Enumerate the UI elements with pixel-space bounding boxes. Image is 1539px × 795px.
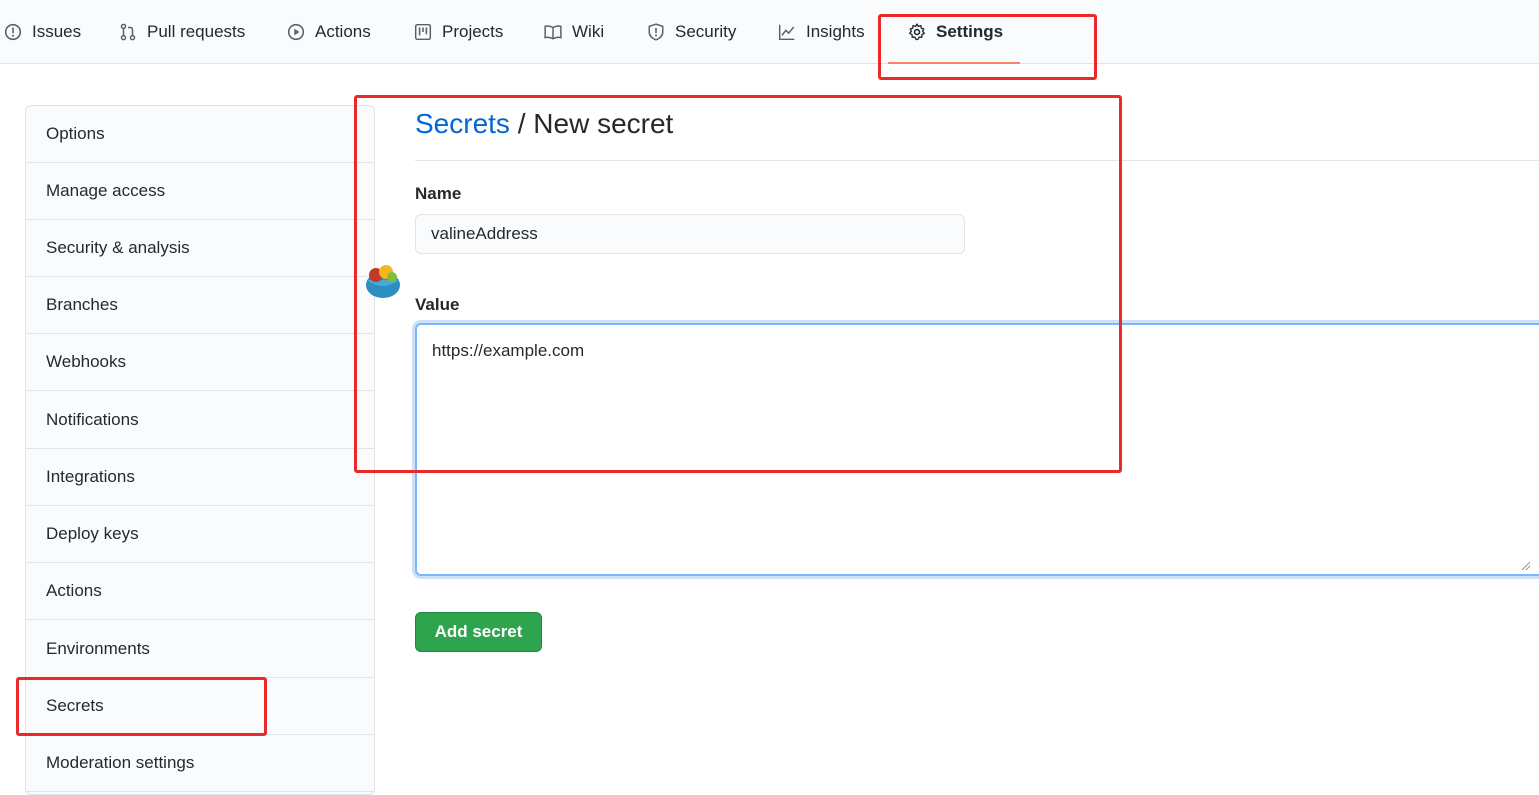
sidebar-item-label: Environments — [46, 639, 150, 658]
sidebar-item-label: Options — [46, 124, 105, 143]
sidebar-item-environments[interactable]: Environments — [26, 621, 374, 678]
secret-value-textarea[interactable]: https://example.com — [415, 323, 1539, 576]
add-secret-button[interactable]: Add secret — [415, 612, 542, 652]
pull-request-icon — [120, 23, 136, 41]
sidebar-item-label: Notifications — [46, 410, 139, 429]
sidebar-item-label: Webhooks — [46, 352, 127, 371]
tab-wiki[interactable]: Wiki — [544, 0, 604, 64]
tab-label: Settings — [936, 22, 1004, 41]
gear-icon — [909, 23, 925, 41]
tab-settings[interactable]: Settings — [908, 0, 1003, 64]
add-secret-button-label: Add secret — [434, 622, 523, 641]
tab-label: Insights — [806, 22, 865, 41]
tab-actions[interactable]: Actions — [287, 0, 371, 64]
active-tab-underline — [888, 62, 1020, 64]
tab-label: Security — [675, 22, 737, 41]
page-title: Secrets / New secret — [415, 108, 673, 140]
secret-value-text: https://example.com — [432, 341, 585, 360]
sidebar-item-webhooks[interactable]: Webhooks — [26, 334, 374, 391]
sidebar-item-moderation-settings[interactable]: Moderation settings — [26, 735, 374, 792]
sidebar-item-label: Actions — [46, 581, 102, 600]
tab-pull-requests[interactable]: Pull requests — [119, 0, 245, 64]
tab-issues[interactable]: Issues — [4, 0, 81, 64]
page-title-text: New secret — [533, 108, 674, 139]
tab-security[interactable]: Security — [647, 0, 736, 64]
tab-label: Projects — [442, 22, 504, 41]
bowl-avatar-icon — [366, 265, 400, 298]
tab-label: Issues — [32, 22, 82, 41]
repo-nav: Issues Pull requests Actions Projects Wi… — [0, 0, 1539, 64]
graph-icon — [778, 24, 795, 41]
resize-grip-icon[interactable] — [1520, 560, 1530, 570]
sidebar-item-branches[interactable]: Branches — [26, 277, 374, 334]
tab-label: Pull requests — [147, 22, 246, 41]
value-label: Value — [415, 295, 460, 314]
sidebar-item-label: Integrations — [46, 467, 135, 486]
settings-sidebar: Options Manage access Security & analysi… — [25, 105, 375, 795]
tab-projects[interactable]: Projects — [414, 0, 503, 64]
sidebar-item-options[interactable]: Options — [26, 106, 374, 163]
name-label: Name — [415, 184, 462, 203]
project-icon — [414, 23, 432, 41]
book-icon — [544, 25, 562, 40]
sidebar-item-notifications[interactable]: Notifications — [26, 392, 374, 449]
sidebar-item-label: Deploy keys — [46, 524, 139, 543]
heading-divider — [415, 160, 1539, 161]
sidebar-item-label: Security & analysis — [46, 238, 190, 257]
tab-insights[interactable]: Insights — [778, 0, 865, 64]
secret-name-value: valineAddress — [431, 224, 538, 243]
sidebar-item-secrets[interactable]: Secrets — [26, 678, 374, 735]
breadcrumb-separator: / — [509, 108, 534, 139]
issue-icon — [4, 23, 22, 41]
secret-name-input[interactable]: valineAddress — [415, 214, 965, 254]
sidebar-item-label: Branches — [46, 295, 118, 314]
shield-icon — [648, 23, 664, 41]
tab-label: Wiki — [572, 22, 605, 41]
play-icon — [287, 23, 305, 41]
sidebar-item-label: Manage access — [46, 181, 166, 200]
sidebar-item-label: Secrets — [46, 696, 104, 715]
sidebar-item-integrations[interactable]: Integrations — [26, 449, 374, 506]
sidebar-item-label: Moderation settings — [46, 753, 195, 772]
sidebar-item-actions[interactable]: Actions — [26, 563, 374, 620]
sidebar-item-deploy-keys[interactable]: Deploy keys — [26, 506, 374, 563]
sidebar-item-manage-access[interactable]: Manage access — [26, 163, 374, 220]
tab-label: Actions — [315, 22, 371, 41]
breadcrumb-secrets-link[interactable]: Secrets — [415, 108, 510, 139]
sidebar-item-security-analysis[interactable]: Security & analysis — [26, 220, 374, 277]
